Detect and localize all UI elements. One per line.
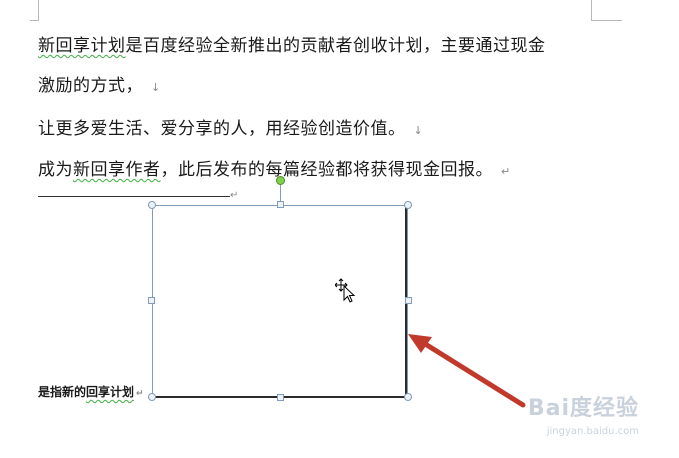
watermark-url: jingyan.baidu.com [546, 426, 639, 437]
document-page: 新回享计划是百度经验全新推出的贡献者创收计划，主要通过现金 激励的方式， ↓ 让更… [0, 0, 679, 458]
watermark-brand: Bai度经验 [527, 396, 639, 421]
